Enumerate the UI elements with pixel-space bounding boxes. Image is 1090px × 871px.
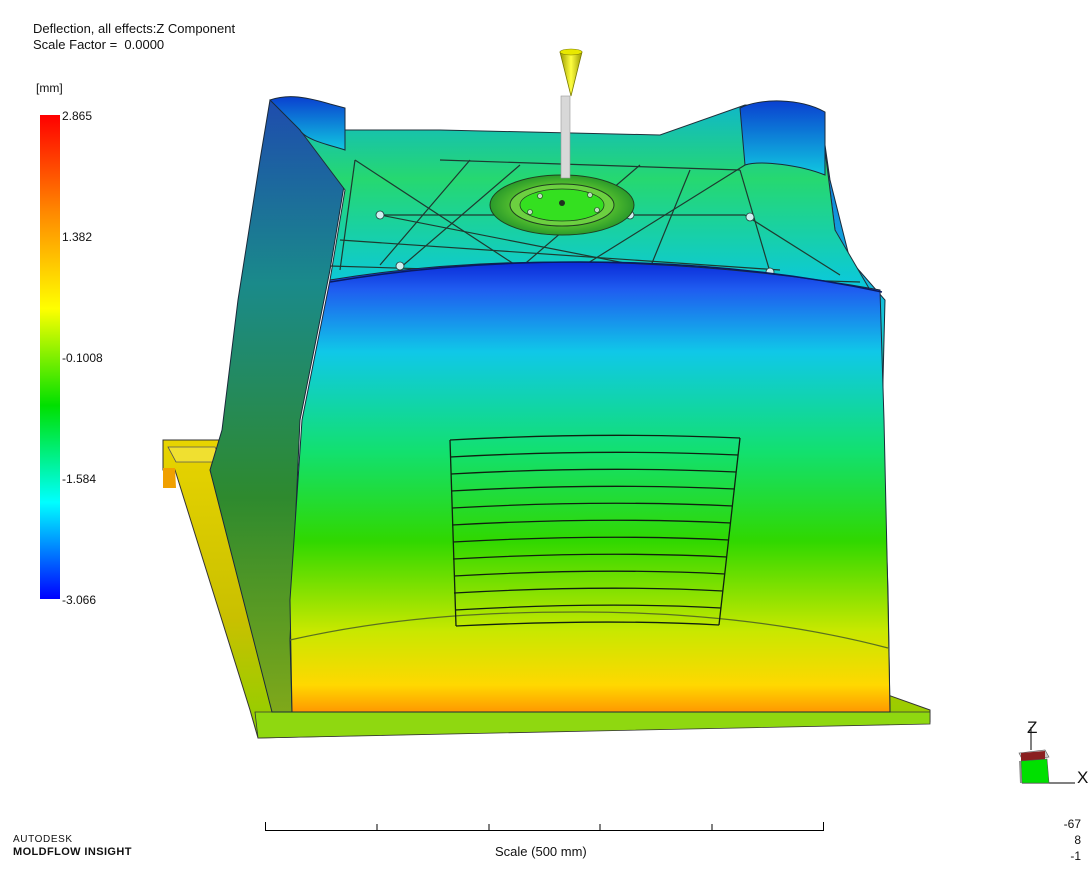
brand-product: MOLDFLOW INSIGHT <box>13 846 132 858</box>
central-boss <box>489 174 635 236</box>
view-angle-readout: 8 <box>1074 833 1081 847</box>
brand-company: AUTODESK <box>13 834 73 845</box>
product-branding: AUTODESK MOLDFLOW INSIGHT <box>13 834 132 858</box>
triad-x-label: X <box>1077 768 1089 787</box>
brand-product-name: MOLDFLOW <box>13 846 81 858</box>
triad-z-label: Z <box>1027 718 1038 737</box>
scale-bar-label: Scale (500 mm) <box>495 844 587 859</box>
right-corner-post <box>739 100 826 176</box>
view-angle-readout: -67 <box>1063 817 1081 831</box>
orientation-triad: Z X <box>1005 715 1089 791</box>
triad-cube-front <box>1020 758 1050 784</box>
model-viewport[interactable] <box>0 0 1090 871</box>
brand-product-suffix: INSIGHT <box>80 846 132 858</box>
scale-bar <box>265 822 824 831</box>
view-angle-readout: -1 <box>1070 849 1081 863</box>
